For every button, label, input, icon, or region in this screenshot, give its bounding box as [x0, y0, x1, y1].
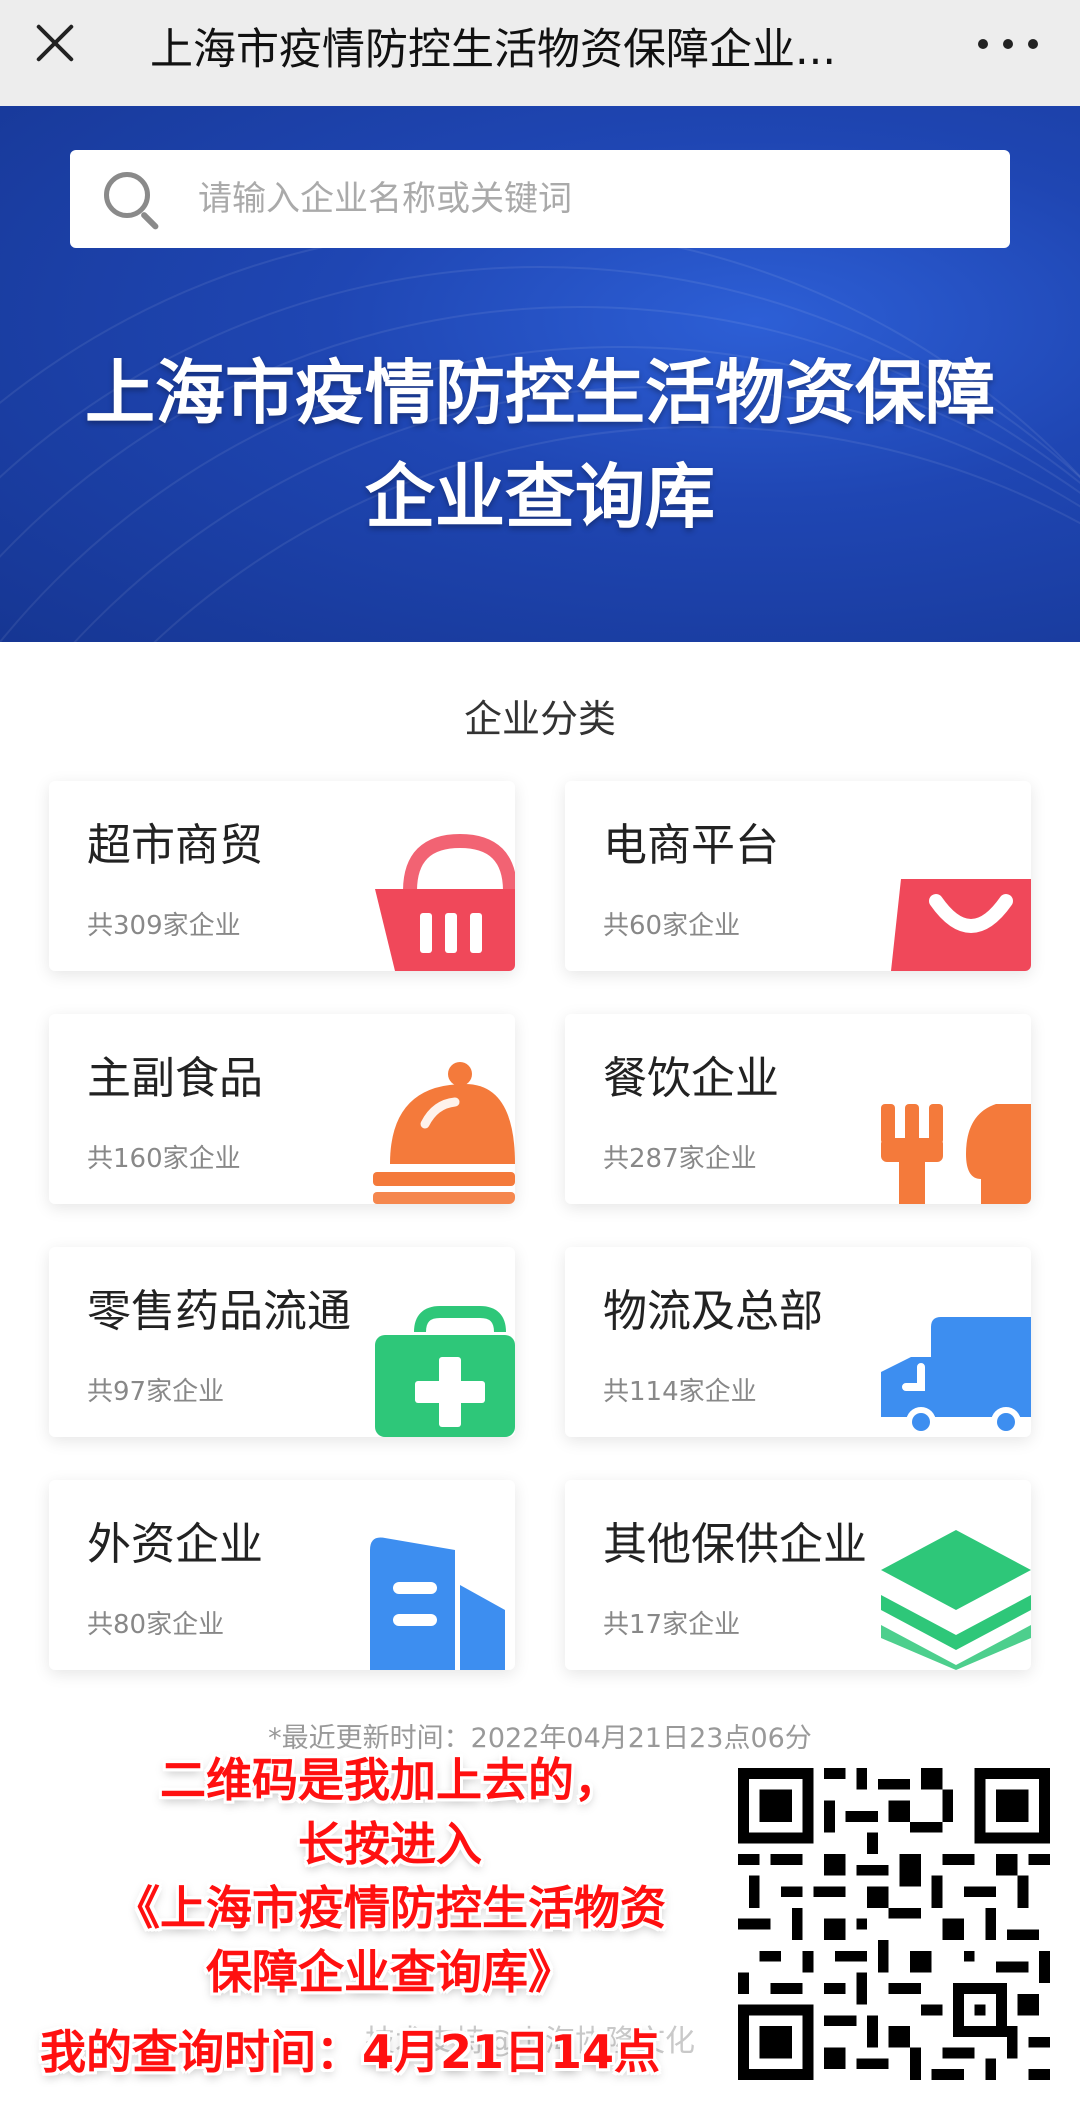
annotation-line1: 二维码是我加上去的， [160, 1753, 620, 1807]
delivery-truck-icon [881, 1317, 1031, 1437]
category-count: 共309家企业 [87, 911, 241, 941]
banner-title-line2: 企业查询库 [365, 456, 715, 538]
qr-code-icon[interactable] [738, 1768, 1050, 2080]
category-count: 共287家企业 [603, 1144, 757, 1174]
search-placeholder: 请输入企业名称或关键词 [198, 179, 572, 219]
banner-title: 上海市疫情防控生活物资保障 企业查询库 [0, 341, 1080, 549]
annotation-line3: 《上海市疫情防控生活物资 [114, 1881, 666, 1935]
category-name: 电商平台 [603, 820, 779, 871]
category-count: 共60家企业 [603, 911, 741, 941]
category-card-logistics[interactable]: 物流及总部 共114家企业 [565, 1247, 1031, 1437]
category-name: 主副食品 [87, 1053, 263, 1104]
category-card-catering[interactable]: 餐饮企业 共287家企业 [565, 1014, 1031, 1204]
header-banner: 请输入企业名称或关键词 上海市疫情防控生活物资保障 企业查询库 [0, 106, 1080, 642]
category-name: 其他保供企业 [603, 1519, 867, 1570]
category-count: 共80家企业 [87, 1610, 225, 1640]
category-name: 超市商贸 [87, 820, 263, 871]
category-count: 共97家企业 [87, 1377, 225, 1407]
category-card-other[interactable]: 其他保供企业 共17家企业 [565, 1480, 1031, 1670]
category-name: 餐饮企业 [603, 1053, 779, 1104]
layers-icon [881, 1530, 1031, 1670]
category-count: 共17家企业 [603, 1610, 741, 1640]
page-title: 上海市疫情防控生活物资保障企业... [150, 25, 837, 75]
banner-title-line1: 上海市疫情防控生活物资保障 [85, 352, 995, 434]
category-count: 共160家企业 [87, 1144, 241, 1174]
category-card-ecommerce[interactable]: 电商平台 共60家企业 [565, 781, 1031, 971]
close-icon[interactable] [30, 18, 80, 68]
food-cloche-icon [373, 1062, 515, 1204]
category-card-supermarket[interactable]: 超市商贸 共309家企业 [49, 781, 515, 971]
category-card-pharmacy[interactable]: 零售药品流通 共97家企业 [49, 1247, 515, 1437]
shopping-bag-icon [891, 879, 1031, 971]
shopping-basket-icon [375, 833, 515, 971]
category-card-food[interactable]: 主副食品 共160家企业 [49, 1014, 515, 1204]
medical-kit-icon [375, 1306, 515, 1437]
category-section-title: 企业分类 [463, 697, 616, 741]
fork-spoon-icon [881, 1104, 1031, 1204]
search-input[interactable]: 请输入企业名称或关键词 [70, 150, 1010, 248]
annotation-line4: 保障企业查询库》 [206, 1945, 574, 1999]
annotation-line2: 长按进入 [298, 1817, 482, 1871]
qr-annotation: 二维码是我加上去的， 长按进入 《上海市疫情防控生活物资 保障企业查询库》 [20, 1748, 760, 2004]
category-name: 物流及总部 [603, 1286, 823, 1337]
building-icon [370, 1537, 505, 1670]
search-icon [104, 172, 160, 231]
category-name: 零售药品流通 [87, 1286, 351, 1337]
top-navigation-bar: 上海市疫情防控生活物资保障企业... [0, 0, 1080, 106]
query-time-annotation: 我的查询时间：4月21日14点 [40, 2025, 661, 2079]
category-name: 外资企业 [87, 1519, 263, 1570]
category-card-foreign[interactable]: 外资企业 共80家企业 [49, 1480, 515, 1670]
category-count: 共114家企业 [603, 1377, 757, 1407]
more-dots-icon[interactable] [978, 26, 1038, 62]
